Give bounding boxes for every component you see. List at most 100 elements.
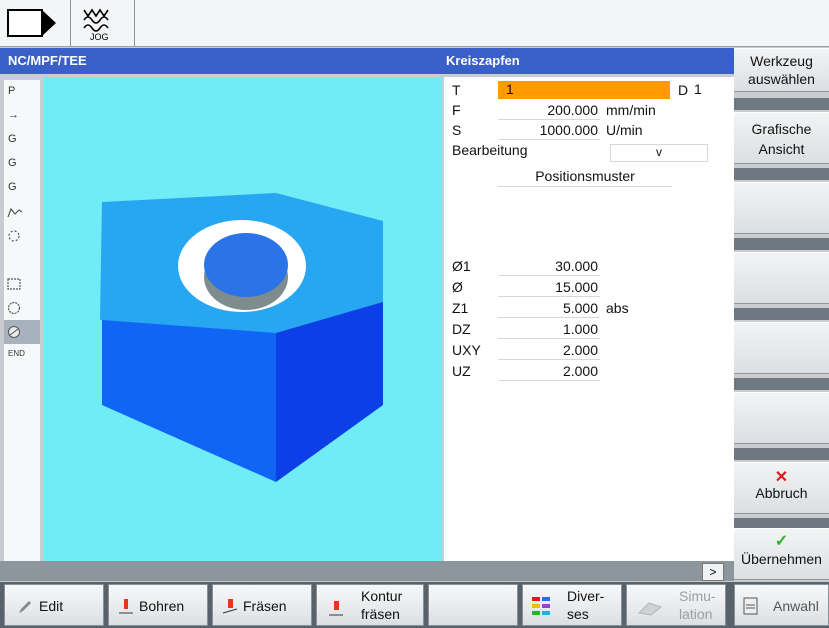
edit-softkey[interactable]: Edit — [4, 584, 104, 626]
softkey-label: Diver- — [567, 588, 605, 604]
accept-softkey[interactable]: ✓ Übernehmen — [734, 528, 829, 580]
uxy-label: UXY — [452, 342, 481, 358]
mill-icon — [222, 599, 238, 614]
top-bar: JOG — [0, 0, 829, 47]
empty-softkey[interactable] — [734, 392, 829, 444]
softkey-label: Simu- — [679, 588, 716, 604]
dz-label: DZ — [452, 321, 471, 337]
program-icon[interactable]: P — [4, 80, 40, 104]
softkey-label: Anwahl — [773, 598, 819, 614]
top-separator — [134, 0, 135, 46]
speed-label: S — [452, 122, 462, 138]
d-label: D — [678, 82, 689, 98]
g-code-icon[interactable]: G — [4, 176, 40, 200]
program-path: NC/MPF/TEE — [8, 53, 87, 68]
softkey-label: lation — [679, 606, 713, 622]
graphic-view-softkey[interactable]: Grafische Ansicht — [734, 112, 829, 164]
speed-field[interactable]: 1000.000 — [498, 122, 600, 140]
machining-select[interactable]: v — [610, 144, 708, 162]
end-icon[interactable]: END — [4, 344, 40, 368]
cycle-help-graphic — [44, 77, 442, 561]
next-page-button[interactable]: > — [702, 563, 724, 581]
softkey-separator — [734, 378, 829, 390]
softkey-label: fräsen — [361, 606, 400, 622]
contour-milling-softkey[interactable]: Kontur fräsen — [316, 584, 424, 626]
softkey-separator — [734, 308, 829, 320]
softkey-label: Übernehmen — [741, 551, 822, 567]
program-icon-strip: P → G G G END — [4, 80, 40, 566]
uz-field[interactable]: 2.000 — [498, 363, 600, 381]
circle-dashed-icon[interactable] — [4, 224, 40, 248]
feed-label: F — [452, 102, 461, 118]
tool-field[interactable]: 1 — [498, 81, 670, 99]
milling-softkey[interactable]: Fräsen — [212, 584, 312, 626]
select-tool-softkey[interactable]: Werkzeug auswählen — [734, 48, 829, 92]
empty-softkey[interactable] — [428, 584, 518, 626]
empty-softkey[interactable] — [734, 322, 829, 374]
block-front-face — [102, 320, 276, 482]
simulation-icon — [637, 602, 663, 616]
arrow-right-icon[interactable]: → — [4, 104, 40, 128]
tool-label: T — [452, 82, 461, 98]
dz-field[interactable]: 1.000 — [498, 321, 600, 339]
misc-softkey[interactable]: Diver- ses — [522, 584, 622, 626]
d-value: 1 — [694, 81, 702, 97]
jog-mode-icon: JOG — [78, 4, 118, 44]
diameter-label: Ø — [452, 279, 463, 295]
empty-softkey[interactable] — [734, 182, 829, 234]
softkey-label: Abbruch — [755, 485, 808, 501]
cycle-title: Kreiszapfen — [446, 53, 520, 68]
position-pattern-field[interactable]: Positionsmuster — [498, 168, 672, 187]
misc-icon — [532, 597, 550, 615]
diameter-field[interactable]: 15.000 — [498, 279, 600, 297]
parameter-panel: T 1 D 1 F 200.000 mm/min S 1000.000 U/mi… — [444, 77, 734, 561]
selected-cycle-icon[interactable] — [4, 320, 40, 344]
empty-softkey[interactable] — [734, 252, 829, 304]
nc-program-icon — [743, 597, 758, 615]
simulation-softkey[interactable]: Simu- lation — [626, 584, 726, 626]
top-separator — [70, 0, 71, 46]
block-side-face — [276, 302, 383, 482]
softkey-separator — [734, 168, 829, 180]
z1-field[interactable]: 5.000 — [498, 300, 600, 318]
g-code-icon[interactable]: G — [4, 128, 40, 152]
position-pattern-label: Positionsmuster — [535, 168, 635, 184]
d-field[interactable]: 1 — [694, 81, 714, 99]
machine-area-icon[interactable] — [6, 6, 62, 40]
softkey-label: Ansicht — [758, 141, 805, 157]
z1-unit: abs — [606, 300, 629, 316]
spigot-icon[interactable] — [4, 296, 40, 320]
tool-value: 1 — [506, 81, 514, 97]
softkey-separator — [734, 238, 829, 250]
softkey-label: Edit — [39, 598, 64, 614]
machining-label: Bearbeitung — [452, 142, 528, 158]
spigot-top — [204, 233, 288, 297]
edit-icon — [19, 601, 31, 613]
contour-mill-icon — [329, 601, 343, 616]
machining-select-value: v — [656, 145, 662, 159]
softkey-label: Fräsen — [243, 598, 287, 614]
jog-mode-label: JOG — [90, 32, 109, 42]
status-line — [0, 561, 734, 581]
uxy-field[interactable]: 2.000 — [498, 342, 600, 360]
softkey-label: Kontur — [361, 588, 403, 604]
cancel-icon: ✕ — [774, 469, 789, 486]
diameter1-label: Ø1 — [452, 258, 471, 274]
uz-label: UZ — [452, 363, 471, 379]
accept-icon: ✓ — [774, 533, 789, 550]
path-icon[interactable] — [4, 200, 40, 224]
pocket-icon[interactable] — [4, 272, 40, 296]
feed-field[interactable]: 200.000 — [498, 102, 600, 120]
feed-unit: mm/min — [606, 102, 656, 118]
cancel-softkey[interactable]: ✕ Abbruch — [734, 462, 829, 514]
title-bar: NC/MPF/TEE Kreiszapfen — [0, 48, 734, 74]
softkey-label: Bohren — [139, 598, 185, 614]
drilling-softkey[interactable]: Bohren — [108, 584, 208, 626]
diameter1-field[interactable]: 30.000 — [498, 258, 600, 276]
softkey-label: Grafische — [751, 121, 812, 137]
select-program-softkey[interactable]: Anwahl — [734, 584, 829, 626]
speed-unit: U/min — [606, 122, 643, 138]
g-code-icon[interactable]: G — [4, 152, 40, 176]
drill-icon — [119, 599, 133, 614]
softkey-label: Werkzeug — [750, 53, 813, 69]
